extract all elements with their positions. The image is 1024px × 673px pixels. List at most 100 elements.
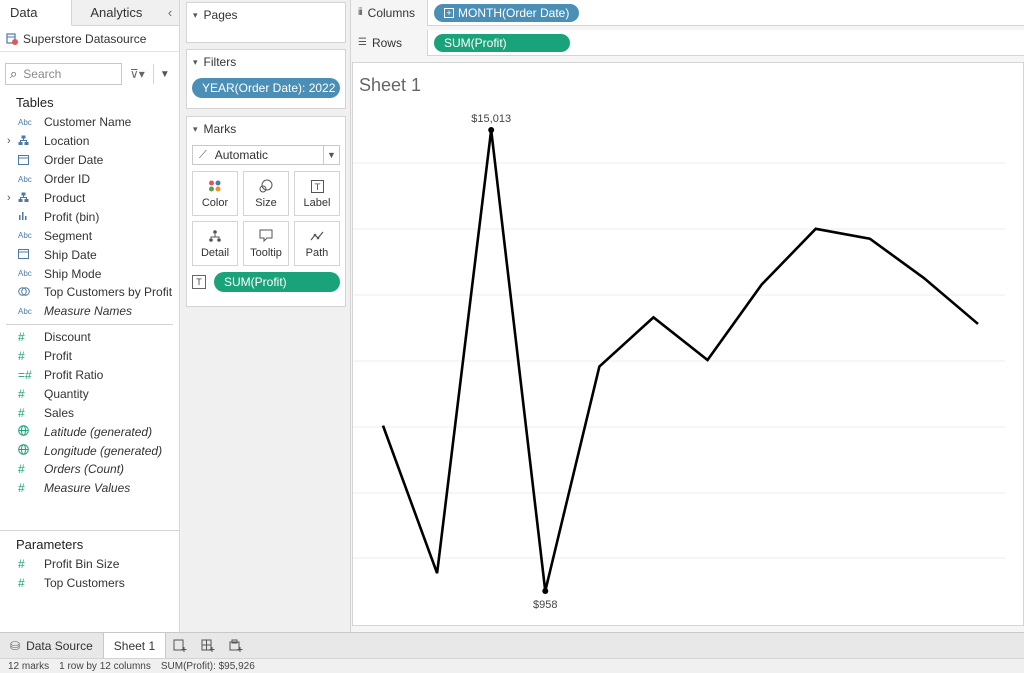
tableau-workspace: Data Analytics ‹ Superstore Datasource ⌕… xyxy=(0,0,1024,673)
field-label: Measure Names xyxy=(44,304,133,319)
string-type-icon: Abc xyxy=(18,306,32,316)
string-type-icon: Abc xyxy=(18,117,32,127)
rows-icon: ☰ xyxy=(358,37,367,48)
field-label: Ship Date xyxy=(44,247,97,262)
field-item[interactable]: # Top Customers xyxy=(0,574,179,593)
color-button[interactable]: Color xyxy=(192,171,238,216)
field-item[interactable]: # Sales xyxy=(0,403,179,422)
field-label: Longitude (generated) xyxy=(44,443,163,458)
field-item[interactable]: Top Customers by Profit xyxy=(0,283,179,302)
data-pane: Data Analytics ‹ Superstore Datasource ⌕… xyxy=(0,0,180,632)
tab-sheet-1[interactable]: Sheet 1 xyxy=(102,632,167,659)
status-dimensions: 1 row by 12 columns xyxy=(59,660,151,672)
field-item[interactable]: # Discount xyxy=(0,328,179,347)
new-worksheet-icon[interactable] xyxy=(166,633,194,659)
chevron-down-icon[interactable]: ▼ xyxy=(323,146,339,164)
field-label: Quantity xyxy=(44,386,89,401)
field-label: Sales xyxy=(44,405,75,420)
label-button[interactable]: T Label xyxy=(294,171,340,216)
tab-data-source[interactable]: ⛁ Data Source xyxy=(0,633,103,659)
color-label: Color xyxy=(201,197,229,209)
tab-analytics[interactable]: Analytics xyxy=(72,0,162,26)
data-point[interactable] xyxy=(542,588,549,594)
field-item[interactable]: Abc Order ID xyxy=(0,170,179,189)
measures-list: # Discount # Profit =# Profit Ratio # Quantity #… xyxy=(0,328,179,498)
field-item[interactable]: › Product xyxy=(0,189,179,208)
field-item[interactable]: # Profit xyxy=(0,347,179,366)
filters-card-title: ▾ Filters xyxy=(187,50,345,74)
rows-pill-sum-profit[interactable]: SUM(Profit) xyxy=(434,33,570,52)
field-item[interactable]: Ship Date xyxy=(0,245,179,264)
new-dashboard-icon[interactable] xyxy=(194,633,222,659)
field-item[interactable]: Abc Measure Names xyxy=(0,302,179,321)
parameters-list: # Profit Bin Size # Top Customers xyxy=(0,555,179,593)
search-row: ⌕ Search ⊽▾ ▼ xyxy=(0,59,179,89)
mark-buttons: Color Size T Label Detail Tooltip Path xyxy=(192,171,340,266)
size-button[interactable]: Size xyxy=(243,171,289,216)
calendar-icon xyxy=(0,248,44,261)
tooltip-label: Tooltip xyxy=(250,247,282,259)
set-icon xyxy=(0,286,44,299)
field-item[interactable]: Abc Segment xyxy=(0,226,179,245)
line-chart-icon: ⟋ xyxy=(199,148,207,161)
chevron-down-icon[interactable]: ▼ xyxy=(160,69,170,80)
field-label: Ship Mode xyxy=(44,266,102,281)
plus-icon[interactable]: + xyxy=(444,7,454,18)
tab-data[interactable]: Data xyxy=(0,0,72,26)
tooltip-button[interactable]: Tooltip xyxy=(243,221,289,266)
new-story-icon[interactable] xyxy=(222,633,250,659)
path-button[interactable]: Path xyxy=(294,221,340,266)
field-label: Segment xyxy=(44,228,93,243)
filters-card: ▾ Filters YEAR(Order Date): 2022 xyxy=(186,49,346,109)
number-type-icon: # xyxy=(18,405,25,420)
mark-type-select[interactable]: ⟋ Automatic ▼ xyxy=(192,145,340,165)
field-item[interactable]: =# Profit Ratio xyxy=(0,366,179,385)
chevron-right-icon[interactable]: › xyxy=(7,135,15,147)
text-icon: T xyxy=(192,275,206,289)
field-item[interactable]: Abc Ship Mode xyxy=(0,264,179,283)
filter-pill-year[interactable]: YEAR(Order Date): 2022 xyxy=(192,78,340,98)
field-label: Profit (bin) xyxy=(44,209,100,224)
columns-pill-month[interactable]: + MONTH(Order Date) xyxy=(434,3,580,22)
field-label: Profit Bin Size xyxy=(44,557,120,572)
field-item[interactable]: › Location xyxy=(0,132,179,151)
field-label: Orders (Count) xyxy=(44,462,125,477)
columns-label-text: Columns xyxy=(367,5,416,20)
field-label: Order ID xyxy=(44,172,91,187)
field-item[interactable]: Longitude (generated) xyxy=(0,441,179,460)
field-label: Order Date xyxy=(44,153,104,168)
field-item[interactable]: Order Date xyxy=(0,151,179,170)
field-label: Latitude (generated) xyxy=(44,424,153,439)
field-item[interactable]: # Profit Bin Size xyxy=(0,555,179,574)
parameters-title: Parameters xyxy=(16,537,84,552)
field-item[interactable]: # Orders (Count) xyxy=(0,460,179,479)
field-item[interactable]: # Measure Values xyxy=(0,479,179,498)
data-point[interactable] xyxy=(488,127,495,133)
path-icon xyxy=(310,228,324,244)
field-item[interactable]: Profit (bin) xyxy=(0,207,179,226)
svg-text:T: T xyxy=(313,183,320,193)
collapse-pane-icon[interactable]: ‹ xyxy=(161,0,179,25)
chevron-down-icon[interactable]: ▾ xyxy=(193,57,198,68)
detail-label: Detail xyxy=(200,247,230,259)
datasource-item[interactable]: Superstore Datasource xyxy=(0,26,179,52)
marks-pill-sum-profit[interactable]: SUM(Profit) xyxy=(214,272,340,292)
field-label: Discount xyxy=(44,330,91,345)
number-type-icon: # xyxy=(18,330,25,345)
size-icon xyxy=(258,178,274,194)
field-label: Measure Values xyxy=(44,481,131,496)
chevron-down-icon[interactable]: ▾ xyxy=(193,124,198,135)
string-type-icon: Abc xyxy=(18,231,32,241)
chevron-right-icon[interactable]: › xyxy=(7,192,15,204)
datasource-icon xyxy=(5,32,19,46)
field-label: Top Customers xyxy=(44,576,125,591)
field-item[interactable]: # Quantity xyxy=(0,384,179,403)
marks-card-title: ▾ Marks xyxy=(187,117,345,141)
search-input[interactable]: ⌕ Search xyxy=(5,63,122,85)
field-item[interactable]: Abc Customer Name xyxy=(0,113,179,132)
detail-button[interactable]: Detail xyxy=(192,221,238,266)
field-item[interactable]: Latitude (generated) xyxy=(0,422,179,441)
filters-title: Filters xyxy=(203,55,237,69)
chevron-down-icon[interactable]: ▾ xyxy=(193,10,198,21)
filter-icon[interactable]: ⊽▾ xyxy=(130,67,145,81)
